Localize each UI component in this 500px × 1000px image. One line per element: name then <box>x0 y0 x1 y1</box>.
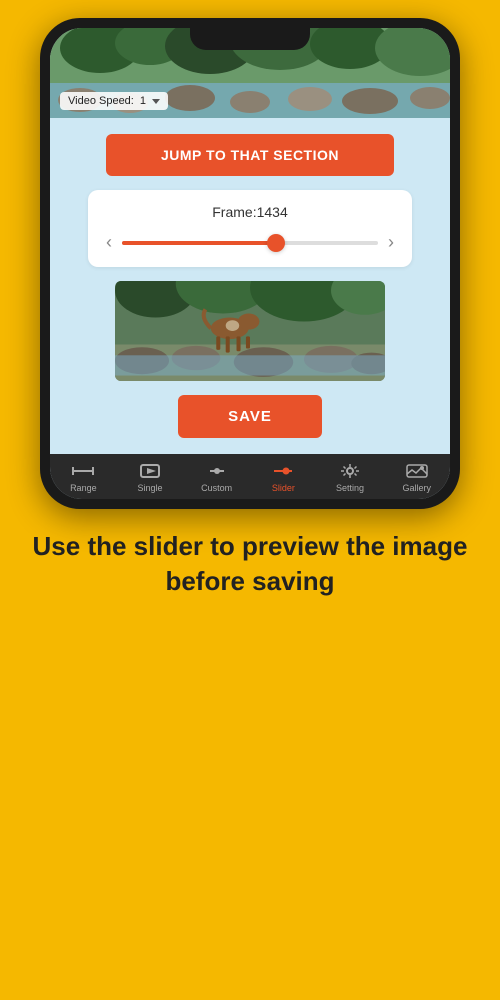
nav-item-custom[interactable]: Custom <box>183 462 250 493</box>
nav-label-single: Single <box>137 483 162 493</box>
nav-label-range: Range <box>70 483 97 493</box>
preview-svg <box>115 281 385 381</box>
nav-label-custom: Custom <box>201 483 232 493</box>
save-button[interactable]: SAVE <box>178 395 322 438</box>
slider-next-arrow[interactable]: › <box>388 232 394 253</box>
custom-icon <box>205 462 229 480</box>
video-speed-label: Video Speed: <box>68 95 134 107</box>
gallery-icon <box>405 462 429 480</box>
bottom-nav: Range Single <box>50 454 450 499</box>
nav-item-range[interactable]: Range <box>50 462 117 493</box>
phone-notch <box>190 28 310 50</box>
phone-wrapper: Video Speed: 1 JUMP TO THAT SECTION Fram… <box>40 18 460 509</box>
slider-track[interactable] <box>122 241 378 245</box>
single-icon <box>138 462 162 480</box>
bottom-text: Use the slider to preview the image befo… <box>0 509 500 609</box>
preview-image <box>115 281 385 381</box>
nav-item-single[interactable]: Single <box>117 462 184 493</box>
nav-label-slider: Slider <box>272 483 295 493</box>
nav-label-setting: Setting <box>336 483 364 493</box>
video-speed-bar[interactable]: Video Speed: 1 <box>60 92 168 110</box>
slider-thumb[interactable] <box>267 234 285 252</box>
phone-screen: Video Speed: 1 JUMP TO THAT SECTION Fram… <box>50 28 450 499</box>
slider-icon <box>271 462 295 480</box>
frame-label: Frame:1434 <box>212 204 287 220</box>
slider-prev-arrow[interactable]: ‹ <box>106 232 112 253</box>
nav-item-setting[interactable]: Setting <box>317 462 384 493</box>
range-icon <box>71 462 95 480</box>
nav-item-gallery[interactable]: Gallery <box>383 462 450 493</box>
slider-row: ‹ › <box>106 232 394 253</box>
video-speed-value: 1 <box>140 95 146 107</box>
slider-fill <box>122 241 276 245</box>
jump-to-section-button[interactable]: JUMP TO THAT SECTION <box>106 134 394 176</box>
nav-item-slider[interactable]: Slider <box>250 462 317 493</box>
screen-content: JUMP TO THAT SECTION Frame:1434 ‹ › <box>50 118 450 454</box>
dropdown-arrow-icon <box>152 99 160 104</box>
nav-label-gallery: Gallery <box>402 483 431 493</box>
frame-slider-card: Frame:1434 ‹ › <box>88 190 412 267</box>
setting-icon <box>338 462 362 480</box>
phone-shell: Video Speed: 1 JUMP TO THAT SECTION Fram… <box>40 18 460 509</box>
